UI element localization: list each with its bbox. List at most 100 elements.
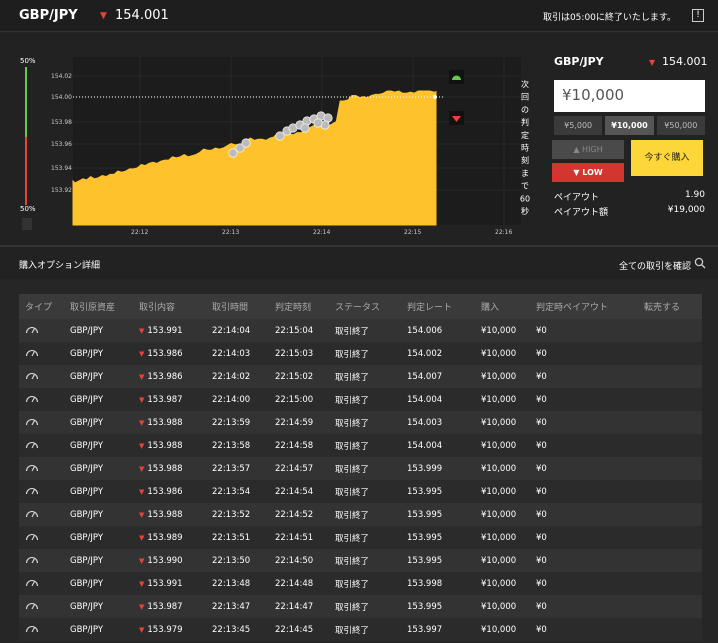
payout-cell: ¥0: [536, 624, 547, 635]
gauge-icon: [25, 602, 39, 609]
high-ratio-label: 50%: [20, 57, 36, 65]
col-judge-time: 判定時刻: [275, 303, 312, 313]
time-cell: 22:13:45: [212, 624, 251, 635]
table-row[interactable]: GBP/JPY ▼ 153.991 22:14:04 22:15:04 取引終了 154.0…: [19, 319, 702, 342]
amount-input[interactable]: ¥10,000: [554, 80, 705, 112]
status-cell: 取引終了: [335, 625, 370, 636]
table-row[interactable]: GBP/JPY ▼ 153.988 22:13:58 22:14:58 取引終了 154.0…: [19, 434, 702, 457]
rate-cell: ▼ 153.988: [139, 418, 212, 428]
judge-cell: 22:14:51: [275, 532, 314, 543]
col-judge-rate: 判定レート: [407, 303, 453, 313]
time-cell: 22:13:57: [212, 463, 251, 474]
judge_rate-cell: 153.995: [407, 532, 443, 543]
asset-pair-title: GBP/JPY: [19, 8, 78, 23]
closing-notice: 取引は05:00に終了いたします。: [542, 13, 676, 23]
asset-cell: GBP/JPY: [70, 463, 104, 474]
preset-50000-button[interactable]: ¥50,000: [656, 116, 705, 135]
judge-cell: 22:15:02: [275, 371, 314, 382]
table-row[interactable]: GBP/JPY ▼ 153.988 22:13:52 22:14:52 取引終了 153.9…: [19, 503, 702, 526]
trade-asset-pair: GBP/JPY: [554, 55, 604, 68]
table-row[interactable]: GBP/JPY ▼ 153.979 22:13:45 22:14:45 取引終了 153.9…: [19, 618, 702, 641]
x-tick-label: 22:14: [313, 229, 330, 236]
payout-cell: ¥0: [536, 371, 547, 382]
judge_rate-cell: 153.995: [407, 555, 443, 566]
status-cell: 取引終了: [335, 464, 370, 475]
payout-label: ペイアウト: [554, 193, 600, 203]
time-cell: 22:13:51: [212, 532, 251, 543]
ratio-toggle[interactable]: [22, 218, 32, 230]
table-header: タイプ 取引原資産 取引内容 取引時間 判定時刻 ステータス 判定レート 購入 …: [19, 294, 702, 319]
type-cell: [19, 348, 67, 360]
current-price: 154.001: [115, 8, 169, 23]
table-row[interactable]: GBP/JPY ▼ 153.986 22:13:54 22:14:54 取引終了 153.9…: [19, 480, 702, 503]
asset-cell: GBP/JPY: [70, 532, 104, 543]
table-row[interactable]: GBP/JPY ▼ 153.989 22:13:51 22:14:51 取引終了 153.9…: [19, 526, 702, 549]
payout-amount-value: ¥19,000: [667, 205, 705, 215]
time-cell: 22:14:00: [212, 394, 251, 405]
judge-cell: 22:14:48: [275, 578, 314, 589]
rate-cell: ▼ 153.991: [139, 579, 212, 589]
down-arrow-icon: ▼: [573, 168, 583, 177]
status-cell: 取引終了: [335, 579, 370, 590]
buy-cell: ¥10,000: [481, 325, 517, 336]
x-tick-label: 22:13: [222, 229, 239, 236]
rate-value: 153.987: [147, 601, 183, 612]
view-all-trades-link[interactable]: 全ての取引を確認: [619, 259, 691, 272]
table-row[interactable]: GBP/JPY ▼ 153.991 22:13:48 22:14:48 取引終了 153.9…: [19, 572, 702, 595]
payout-amount-label: ペイアウト額: [554, 208, 609, 218]
col-payout: 判定時ペイアウト: [536, 303, 609, 313]
table-row[interactable]: GBP/JPY ▼ 153.988 22:13:57 22:14:57 取引終了 153.9…: [19, 457, 702, 480]
y-tick-label: 154.00: [51, 94, 72, 101]
judge_rate-cell: 153.999: [407, 463, 443, 474]
table-row[interactable]: GBP/JPY ▼ 153.986 22:14:02 22:15:02 取引終了 154.0…: [19, 365, 702, 388]
type-cell: [19, 509, 67, 521]
judge-cell: 22:14:47: [275, 601, 314, 612]
low-button[interactable]: ▼ LOW: [552, 163, 624, 182]
x-tick-label: 22:15: [404, 229, 421, 236]
asset-cell: GBP/JPY: [70, 325, 104, 336]
status-cell: 取引終了: [335, 441, 370, 452]
rate-cell: ▼ 153.987: [139, 602, 212, 612]
rate-value: 153.988: [147, 417, 183, 428]
rate-cell: ▼ 153.988: [139, 464, 212, 474]
price-down-icon: ▼: [100, 11, 107, 21]
preset-10000-button[interactable]: ¥10,000: [605, 116, 654, 135]
price-chart[interactable]: 50% 50% 154.02 154.00 153.98 153.96 153.94 15…: [0, 33, 545, 245]
rate-cell: ▼ 153.986: [139, 372, 212, 382]
rate-cell: ▼ 153.989: [139, 533, 212, 543]
low-arrow-icon: ▼: [139, 349, 145, 358]
low-arrow-icon: ▼: [139, 326, 145, 335]
type-cell: [19, 417, 67, 429]
type-cell: [19, 601, 67, 613]
rate-cell: ▼ 153.986: [139, 487, 212, 497]
info-icon[interactable]: !: [692, 9, 704, 22]
status-cell: 取引終了: [335, 510, 370, 521]
gauge-icon: [25, 533, 39, 540]
preset-5000-button[interactable]: ¥5,000: [554, 116, 603, 135]
type-cell: [19, 578, 67, 590]
buy-cell: ¥10,000: [481, 486, 517, 497]
buy-now-button[interactable]: 今すぐ購入: [631, 140, 703, 176]
low-arrow-icon: ▼: [139, 487, 145, 496]
judge_rate-cell: 154.002: [407, 348, 443, 359]
gauge-icon: [25, 510, 39, 517]
time-cell: 22:13:59: [212, 417, 251, 428]
low-arrow-icon: ▼: [139, 533, 145, 542]
high-button[interactable]: ▲ HIGH: [552, 140, 624, 159]
y-tick-label: 153.98: [51, 119, 72, 126]
search-icon[interactable]: [694, 257, 706, 269]
asset-cell: GBP/JPY: [70, 555, 104, 566]
judge-cell: 22:14:57: [275, 463, 314, 474]
low-arrow-icon: ▼: [139, 372, 145, 381]
table-row[interactable]: GBP/JPY ▼ 153.987 22:14:00 22:15:00 取引終了 154.0…: [19, 388, 702, 411]
table-row[interactable]: GBP/JPY ▼ 153.986 22:14:03 22:15:03 取引終了 154.0…: [19, 342, 702, 365]
high-ratio-bar: [25, 67, 27, 137]
y-tick-label: 153.94: [51, 165, 72, 172]
countdown-char: の: [521, 105, 529, 114]
table-row[interactable]: GBP/JPY ▼ 153.988 22:13:59 22:14:59 取引終了 154.0…: [19, 411, 702, 434]
table-row[interactable]: GBP/JPY ▼ 153.987 22:13:47 22:14:47 取引終了 153.9…: [19, 595, 702, 618]
type-cell: [19, 325, 67, 337]
col-content: 取引内容: [139, 303, 176, 313]
table-row[interactable]: GBP/JPY ▼ 153.990 22:13:50 22:14:50 取引終了 153.9…: [19, 549, 702, 572]
type-cell: [19, 463, 67, 475]
